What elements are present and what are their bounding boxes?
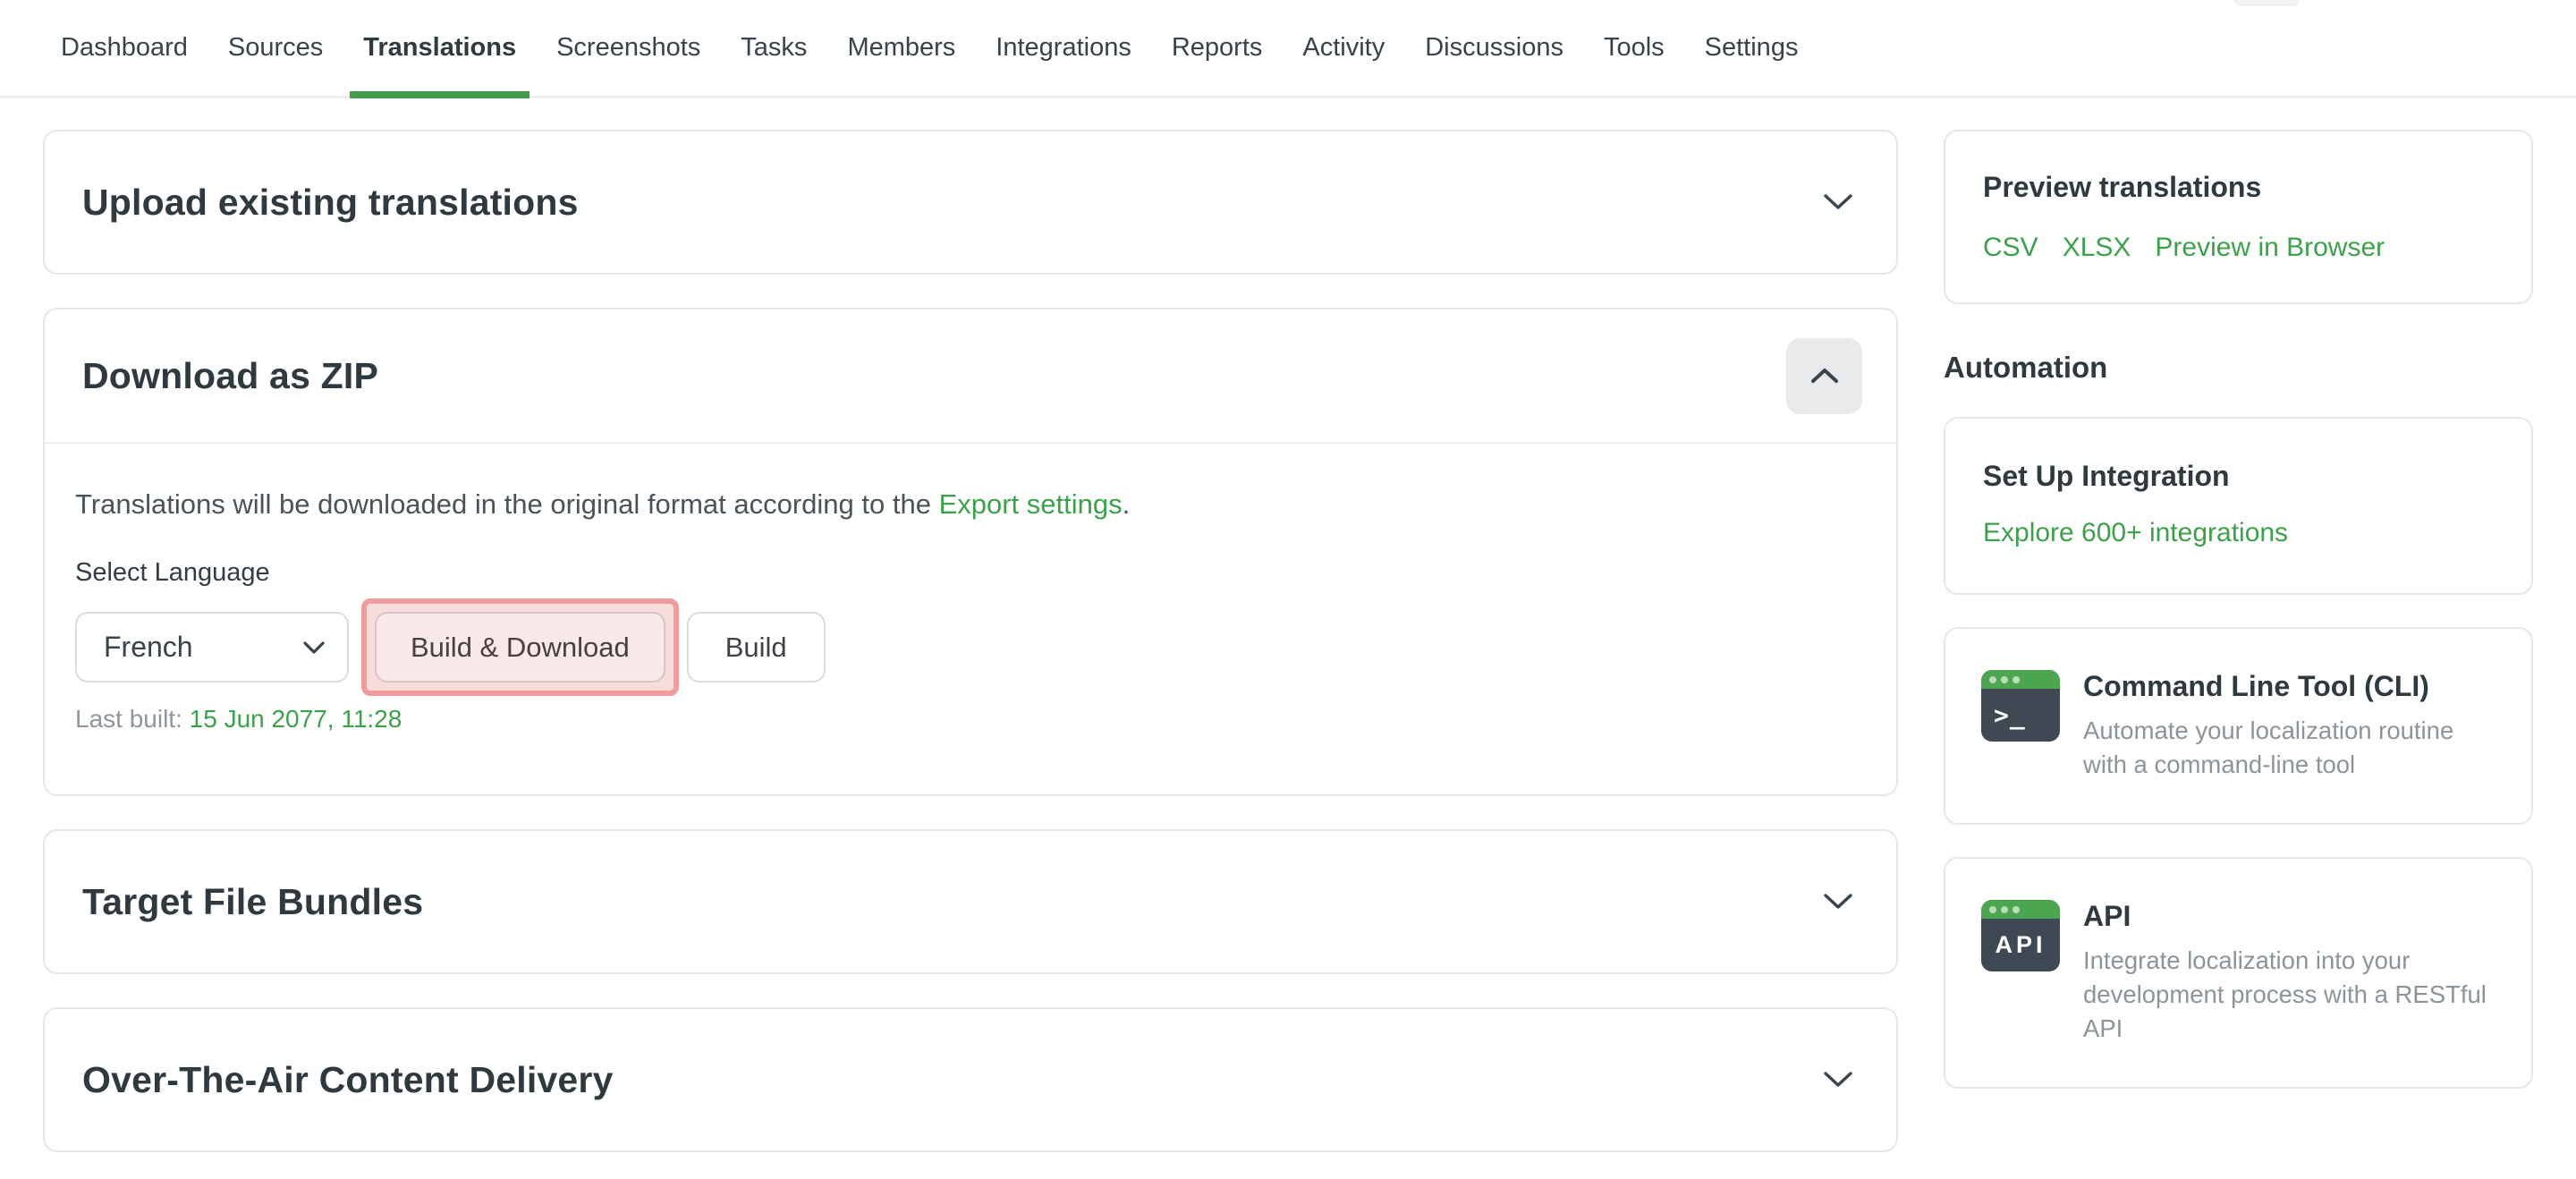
api-card-description: Integrate localization into your develop…: [2083, 944, 2496, 1046]
csv-link[interactable]: CSV: [1983, 233, 2038, 263]
download-panel-body: Translations will be downloaded in the o…: [45, 444, 1896, 794]
preview-in-browser-link[interactable]: Preview in Browser: [2155, 233, 2385, 263]
project-nav: Dashboard Sources Translations Screensho…: [0, 0, 2576, 98]
cli-promo-card[interactable]: >_ Command Line Tool (CLI) Automate your…: [1944, 627, 2533, 825]
download-panel-header[interactable]: Download as ZIP: [45, 310, 1896, 442]
terminal-prompt-glyph: >_: [1981, 689, 2060, 742]
target-file-bundles-panel: Target File Bundles: [43, 829, 1898, 974]
terminal-dot: [1989, 676, 1996, 683]
language-select-value: French: [104, 631, 193, 664]
nav-item-members[interactable]: Members: [847, 0, 955, 96]
preview-translations-card: Preview translations CSV XLSX Preview in…: [1944, 130, 2533, 304]
nav-item-tasks[interactable]: Tasks: [741, 0, 807, 96]
build-controls-row: French Build & Download Build: [75, 598, 1860, 696]
automation-heading: Automation: [1944, 351, 2533, 385]
collapse-panel-button[interactable]: [1786, 338, 1862, 414]
ota-content-delivery-panel: Over-The-Air Content Delivery: [43, 1007, 1898, 1152]
ota-panel-title: Over-The-Air Content Delivery: [82, 1059, 614, 1101]
chevron-down-icon: [1823, 193, 1853, 211]
export-settings-link[interactable]: Export settings: [939, 488, 1123, 520]
terminal-dot: [2001, 676, 2008, 683]
nav-item-reports[interactable]: Reports: [1172, 0, 1263, 96]
main-column: Upload existing translations Download as…: [43, 130, 1898, 1179]
api-card-title: API: [2083, 900, 2496, 933]
bundles-panel-header[interactable]: Target File Bundles: [45, 831, 1896, 972]
download-description: Translations will be downloaded in the o…: [75, 488, 1860, 521]
ota-panel-header[interactable]: Over-The-Air Content Delivery: [45, 1009, 1896, 1150]
active-tab-underline: [350, 91, 530, 98]
nav-item-settings[interactable]: Settings: [1705, 0, 1799, 96]
last-built-value: 15 Jun 2077, 11:28: [190, 705, 402, 733]
terminal-dot: [2001, 906, 2008, 913]
download-zip-panel: Download as ZIP Translations will be dow…: [43, 308, 1898, 796]
last-built-label: Last built:: [75, 705, 190, 733]
nav-item-tools[interactable]: Tools: [1604, 0, 1665, 96]
build-button[interactable]: Build: [687, 612, 826, 683]
description-text: Translations will be downloaded in the o…: [75, 488, 939, 520]
terminal-dot: [2012, 906, 2020, 913]
terminal-api-icon: API: [1981, 900, 2060, 971]
highlight-annotation: Build & Download: [361, 598, 679, 696]
bundles-panel-title: Target File Bundles: [82, 881, 423, 923]
page-content: Upload existing translations Download as…: [0, 98, 2576, 1179]
upload-panel-title: Upload existing translations: [82, 182, 579, 224]
upload-translations-panel: Upload existing translations: [43, 130, 1898, 275]
explore-integrations-link[interactable]: Explore 600+ integrations: [1983, 518, 2288, 548]
preview-card-title: Preview translations: [1983, 171, 2494, 204]
upload-panel-header[interactable]: Upload existing translations: [45, 131, 1896, 273]
nav-item-activity[interactable]: Activity: [1302, 0, 1385, 96]
chevron-down-icon: [302, 640, 326, 655]
chevron-down-icon: [1823, 1071, 1853, 1089]
last-built-status: Last built: 15 Jun 2077, 11:28: [75, 705, 1860, 734]
description-period: .: [1123, 488, 1131, 520]
terminal-dot: [2012, 676, 2020, 683]
api-promo-card[interactable]: API API Integrate localization into your…: [1944, 857, 2533, 1089]
nav-item-integrations[interactable]: Integrations: [996, 0, 1131, 96]
cli-card-title: Command Line Tool (CLI): [2083, 670, 2496, 703]
api-icon-glyph: API: [1981, 919, 2060, 971]
terminal-titlebar: [1981, 670, 2060, 689]
integration-card-title: Set Up Integration: [1983, 460, 2494, 493]
build-and-download-button[interactable]: Build & Download: [375, 612, 665, 683]
cli-card-description: Automate your localization routine with …: [2083, 714, 2496, 782]
nav-item-label: Translations: [363, 33, 516, 63]
right-sidebar: Preview translations CSV XLSX Preview in…: [1944, 130, 2533, 1121]
terminal-titlebar: [1981, 900, 2060, 919]
nav-item-sources[interactable]: Sources: [228, 0, 323, 96]
cli-card-text: Command Line Tool (CLI) Automate your lo…: [2083, 670, 2496, 782]
chevron-down-icon: [1823, 893, 1853, 911]
terminal-dot: [1989, 906, 1996, 913]
preview-links-row: CSV XLSX Preview in Browser: [1983, 233, 2494, 263]
api-card-text: API Integrate localization into your dev…: [2083, 900, 2496, 1046]
language-select[interactable]: French: [75, 612, 349, 683]
nav-item-screenshots[interactable]: Screenshots: [556, 0, 700, 96]
chevron-up-icon: [1810, 368, 1839, 384]
set-up-integration-card: Set Up Integration Explore 600+ integrat…: [1944, 417, 2533, 595]
terminal-cli-icon: >_: [1981, 670, 2060, 742]
nav-item-translations[interactable]: Translations: [363, 0, 516, 96]
xlsx-link[interactable]: XLSX: [2063, 233, 2131, 263]
nav-item-dashboard[interactable]: Dashboard: [61, 0, 188, 96]
download-panel-title: Download as ZIP: [82, 355, 378, 397]
select-language-label: Select Language: [75, 558, 1860, 588]
nav-item-discussions[interactable]: Discussions: [1425, 0, 1563, 96]
